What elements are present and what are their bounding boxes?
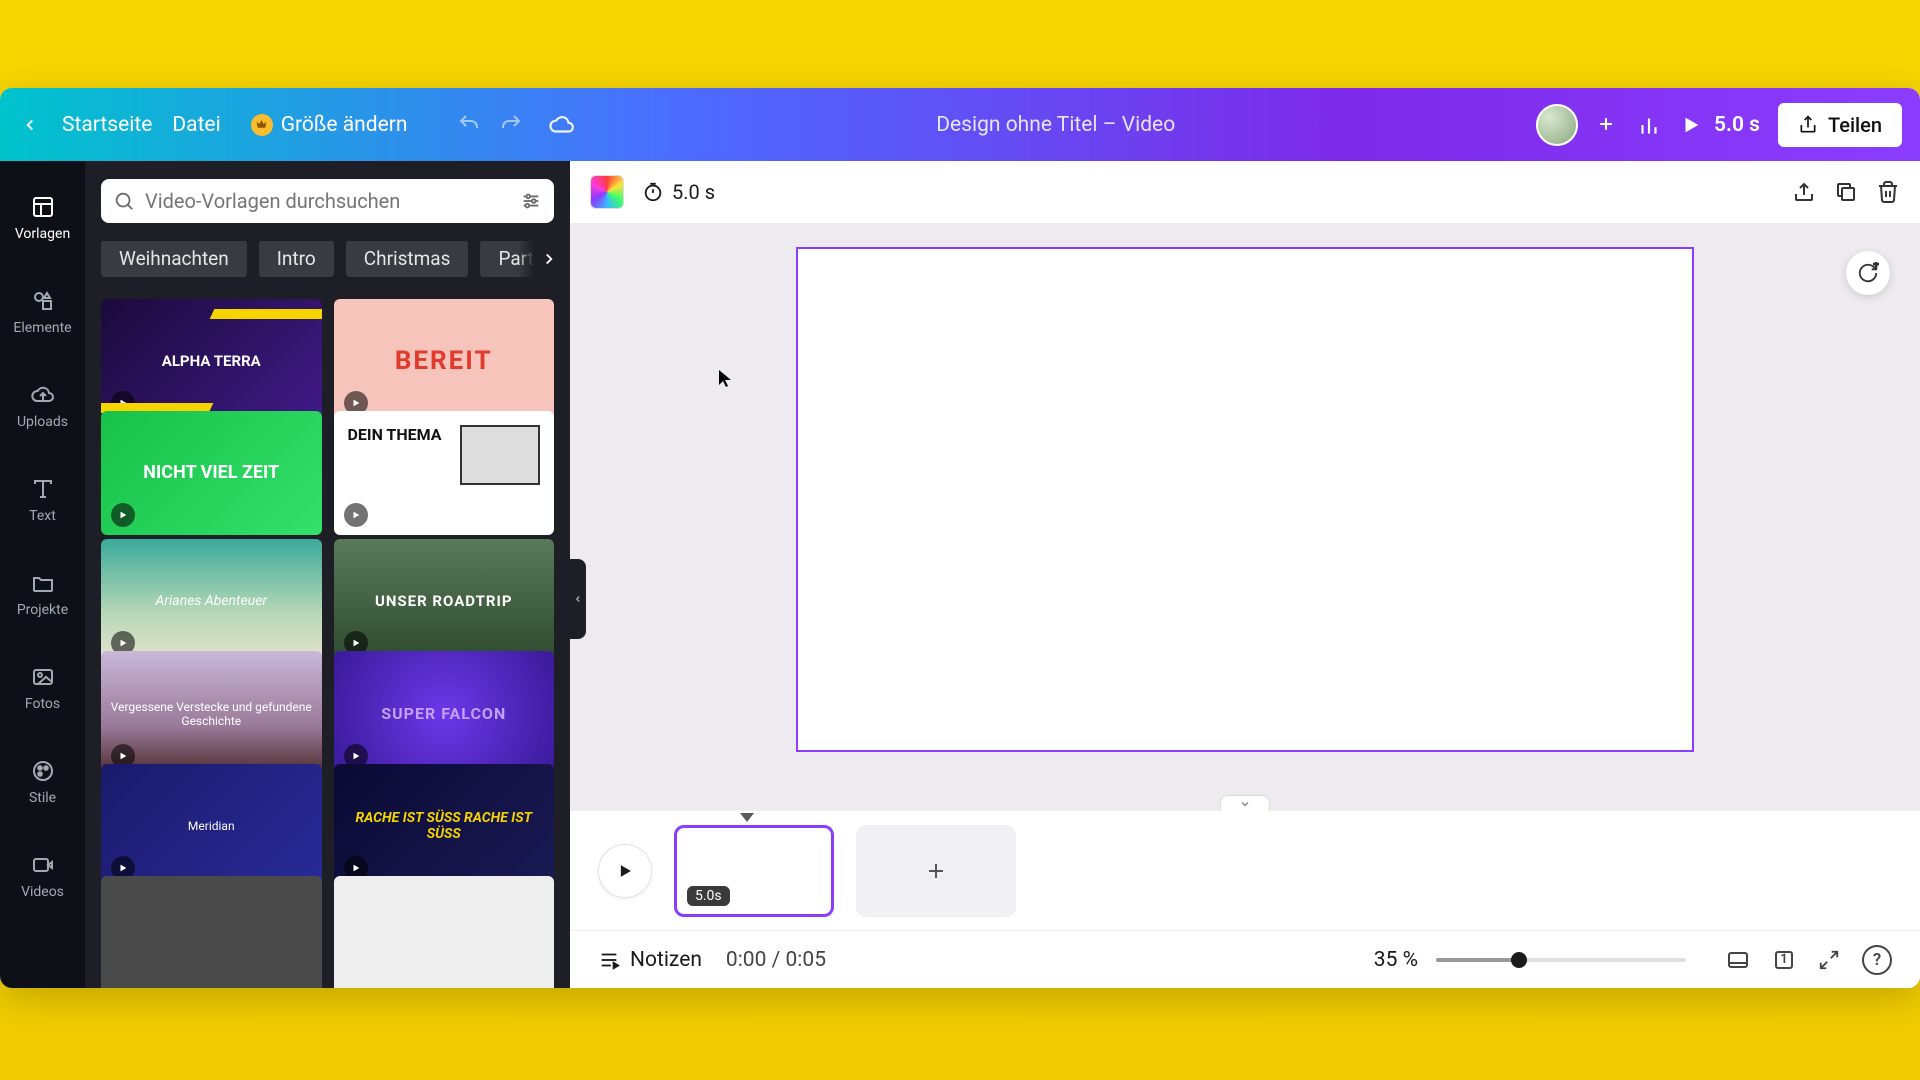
- export-page-button[interactable]: [1792, 180, 1816, 204]
- clock-icon: [642, 181, 664, 203]
- notes-button[interactable]: Notizen: [598, 948, 702, 972]
- rail-projects[interactable]: Projekte: [0, 547, 85, 641]
- template-item[interactable]: DEIN THEMA: [334, 411, 555, 535]
- resize-label: Größe ändern: [281, 113, 408, 137]
- canvas-toolbar: 5.0 s: [570, 161, 1920, 223]
- svg-text:+: +: [1874, 262, 1879, 271]
- timecode-display: 0:00 / 0:05: [726, 948, 826, 972]
- share-icon: [1798, 115, 1818, 135]
- template-item[interactable]: Meridian: [101, 764, 322, 888]
- search-icon: [113, 190, 135, 212]
- timeline: 5.0s: [570, 810, 1920, 930]
- uploads-icon: [30, 382, 56, 408]
- templates-icon: [30, 194, 56, 220]
- redo-button[interactable]: [499, 112, 523, 138]
- rail-uploads[interactable]: Uploads: [0, 359, 85, 453]
- videos-icon: [30, 852, 56, 878]
- zoom-percentage[interactable]: 35 %: [1374, 948, 1418, 972]
- template-item[interactable]: ALPHA TERRA: [101, 299, 322, 423]
- canvas-page[interactable]: [796, 247, 1694, 752]
- nav-rail: Vorlagen Elemente Uploads Text Projekte …: [0, 161, 85, 988]
- template-item[interactable]: [334, 876, 555, 988]
- resize-button[interactable]: Größe ändern: [251, 113, 408, 137]
- playhead-marker[interactable]: [740, 813, 754, 822]
- crown-icon: [251, 114, 273, 136]
- elements-icon: [30, 288, 56, 314]
- file-menu[interactable]: Datei: [172, 113, 220, 137]
- filter-chips: Weihnachten Intro Christmas Party: [101, 241, 554, 277]
- template-grid[interactable]: ALPHA TERRA BEREIT NICHT VIEL ZEIT DEIN …: [101, 299, 554, 988]
- rail-elements[interactable]: Elemente: [0, 265, 85, 359]
- regenerate-button[interactable]: +: [1846, 251, 1890, 295]
- timeline-play-button[interactable]: [598, 844, 652, 898]
- template-item[interactable]: RACHE IST SÜSS RACHE IST SÜSS: [334, 764, 555, 888]
- grid-view-button[interactable]: [1726, 945, 1750, 975]
- template-item[interactable]: [101, 876, 322, 988]
- timeline-clip[interactable]: 5.0s: [674, 825, 834, 917]
- rail-templates[interactable]: Vorlagen: [0, 171, 85, 265]
- stage[interactable]: +: [570, 223, 1920, 810]
- templates-panel: Weihnachten Intro Christmas Party ALPHA …: [85, 161, 570, 988]
- rail-styles[interactable]: Stile: [0, 735, 85, 829]
- zoom-slider-knob[interactable]: [1511, 952, 1527, 968]
- text-icon: [30, 476, 56, 502]
- page-list-button[interactable]: 1: [1772, 945, 1796, 975]
- search-bar[interactable]: [101, 179, 554, 223]
- rail-text[interactable]: Text: [0, 453, 85, 547]
- photos-icon: [30, 664, 56, 690]
- collapse-panel-button[interactable]: [570, 559, 586, 639]
- insights-button[interactable]: [1636, 112, 1662, 138]
- play-icon: [111, 503, 135, 527]
- chip-weihnachten[interactable]: Weihnachten: [101, 241, 247, 277]
- share-label: Teilen: [1828, 113, 1882, 137]
- add-page-button[interactable]: [856, 825, 1016, 917]
- play-icon: [344, 503, 368, 527]
- help-button[interactable]: ?: [1862, 945, 1892, 975]
- preview-play-button[interactable]: 5.0 s: [1680, 113, 1760, 137]
- chips-scroll-right[interactable]: [518, 241, 554, 277]
- template-item[interactable]: UNSER ROADTRIP: [334, 539, 555, 663]
- preview-duration: 5.0 s: [1714, 113, 1760, 137]
- cursor-icon: [718, 369, 734, 389]
- rail-videos[interactable]: Videos: [0, 829, 85, 923]
- app-window: Startseite Datei Größe ändern: [0, 88, 1920, 988]
- top-bar: Startseite Datei Größe ändern: [0, 88, 1920, 161]
- rail-photos[interactable]: Fotos: [0, 641, 85, 735]
- search-input[interactable]: [145, 189, 510, 213]
- cloud-sync-icon[interactable]: [549, 112, 575, 138]
- user-avatar[interactable]: [1536, 104, 1578, 146]
- template-item[interactable]: Arianes Abenteuer: [101, 539, 322, 663]
- add-collaborator-button[interactable]: [1596, 114, 1618, 136]
- fullscreen-button[interactable]: [1818, 945, 1840, 975]
- undo-button[interactable]: [457, 112, 481, 138]
- clip-duration-badge: 5.0s: [687, 886, 730, 906]
- canvas-area: 5.0 s +: [570, 161, 1920, 988]
- delete-page-button[interactable]: [1876, 180, 1900, 204]
- page-duration-button[interactable]: 5.0 s: [642, 180, 715, 204]
- filter-button[interactable]: [520, 190, 542, 212]
- template-item[interactable]: SUPER FALCON: [334, 651, 555, 775]
- template-item[interactable]: Vergessene Verstecke und gefundene Gesch…: [101, 651, 322, 775]
- template-item[interactable]: NICHT VIEL ZEIT: [101, 411, 322, 535]
- projects-icon: [30, 570, 56, 596]
- home-button[interactable]: Startseite: [62, 113, 152, 137]
- styles-icon: [30, 758, 56, 784]
- background-color-button[interactable]: [590, 175, 624, 209]
- collapse-timeline-button[interactable]: [1220, 795, 1270, 811]
- notes-icon: [598, 949, 620, 971]
- back-button[interactable]: [18, 113, 42, 137]
- bottom-bar: Notizen 0:00 / 0:05 35 % 1 ?: [570, 930, 1920, 988]
- chip-christmas[interactable]: Christmas: [346, 241, 469, 277]
- duplicate-page-button[interactable]: [1834, 180, 1858, 204]
- chip-intro[interactable]: Intro: [259, 241, 334, 277]
- share-button[interactable]: Teilen: [1778, 103, 1902, 147]
- zoom-slider[interactable]: [1436, 958, 1686, 962]
- template-item[interactable]: BEREIT: [334, 299, 555, 423]
- document-title[interactable]: Design ohne Titel – Video: [936, 113, 1175, 137]
